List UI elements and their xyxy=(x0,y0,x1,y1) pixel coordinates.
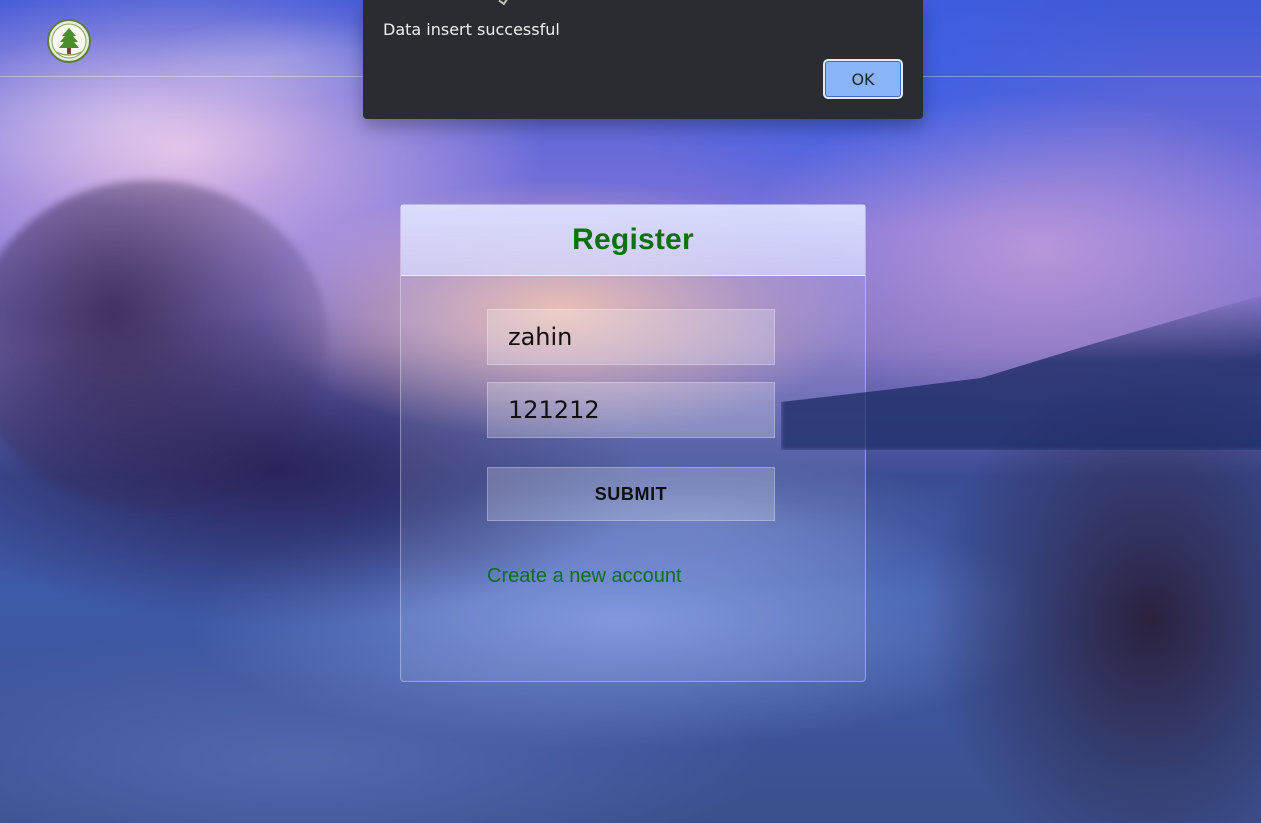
alert-dialog: Data insert successful OK xyxy=(363,0,923,119)
create-account-link[interactable]: Create a new account xyxy=(487,565,682,588)
register-card: Register SUBMIT Create a new account xyxy=(400,204,866,682)
institution-logo-icon xyxy=(46,18,92,64)
ok-button[interactable]: OK xyxy=(823,59,903,99)
password-field[interactable] xyxy=(487,382,775,438)
alert-message: Data insert successful xyxy=(383,20,560,39)
register-header: Register xyxy=(401,205,865,276)
page-background: Data insert successful OK Register SUBMI… xyxy=(0,0,1261,823)
register-title: Register xyxy=(572,223,694,256)
dialog-top-trace xyxy=(498,0,509,6)
submit-button[interactable]: SUBMIT xyxy=(487,467,775,521)
username-field[interactable] xyxy=(487,309,775,365)
